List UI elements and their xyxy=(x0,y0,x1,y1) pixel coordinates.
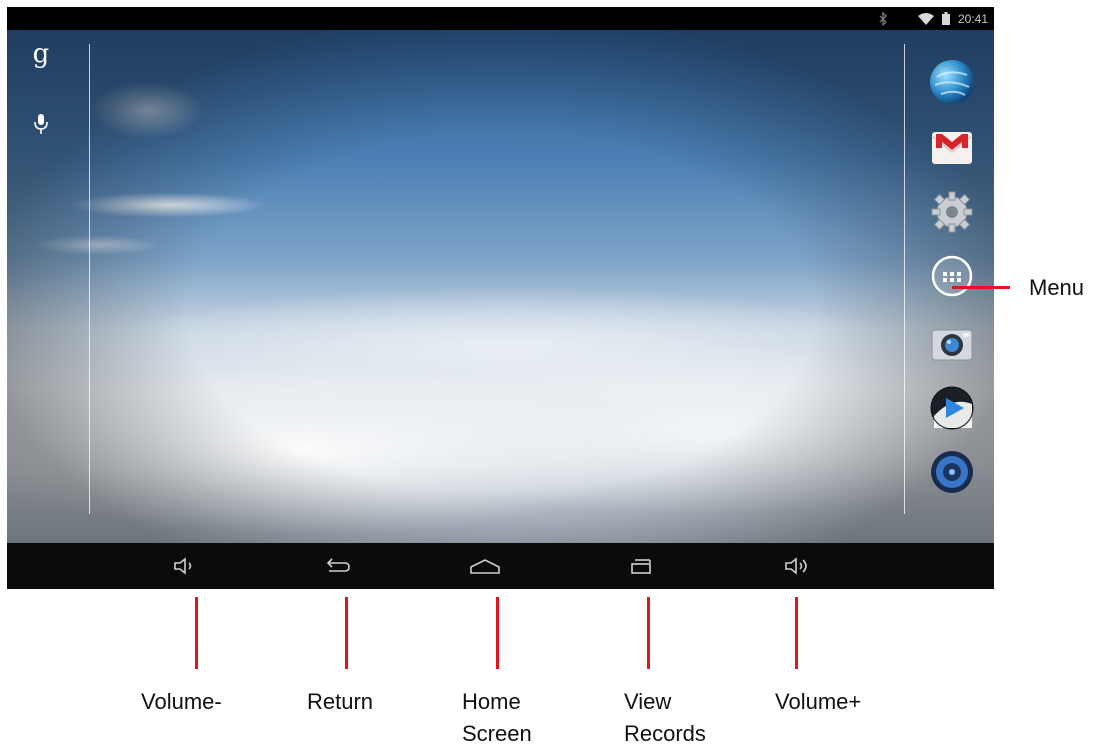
microphone-icon[interactable] xyxy=(29,112,53,136)
volume-down-callout-line xyxy=(195,597,198,669)
gmail-icon[interactable] xyxy=(928,122,976,170)
wifi-icon xyxy=(917,12,934,25)
volume-up-label: Volume+ xyxy=(775,689,862,714)
volume-up-callout-line xyxy=(795,597,798,669)
battery-icon xyxy=(941,12,950,25)
video-player-icon[interactable] xyxy=(928,384,976,432)
right-divider xyxy=(904,44,905,514)
home-wallpaper: g xyxy=(7,30,994,543)
tablet-screen: 20:41 g xyxy=(7,7,994,589)
view-records-label: View Records xyxy=(624,689,706,746)
status-time: 20:41 xyxy=(957,11,988,26)
music-player-icon[interactable] xyxy=(928,448,976,496)
return-callout-line xyxy=(345,597,348,669)
menu-label: Menu xyxy=(1029,275,1085,300)
view-records-callout-line xyxy=(647,597,650,669)
home-icon[interactable] xyxy=(467,552,503,580)
browser-globe-icon[interactable] xyxy=(928,58,976,106)
menu-callout-line xyxy=(952,286,1010,289)
bluetooth-icon xyxy=(878,11,888,26)
home-screen-label: Home Screen xyxy=(462,689,532,746)
return-label: Return xyxy=(307,689,374,714)
volume-down-icon[interactable] xyxy=(167,552,203,580)
app-menu-icon[interactable] xyxy=(928,252,976,300)
navigation-bar xyxy=(7,543,994,589)
status-bar: 20:41 xyxy=(7,7,994,30)
volume-up-icon[interactable] xyxy=(779,552,815,580)
back-icon[interactable] xyxy=(319,552,355,580)
home-callout-line xyxy=(496,597,499,669)
left-divider xyxy=(89,44,90,514)
google-search-icon[interactable]: g xyxy=(29,41,53,67)
settings-gear-icon[interactable] xyxy=(928,188,976,236)
recent-apps-icon[interactable] xyxy=(623,552,659,580)
camera-icon[interactable] xyxy=(928,320,976,368)
volume-down-label: Volume- xyxy=(141,689,222,714)
